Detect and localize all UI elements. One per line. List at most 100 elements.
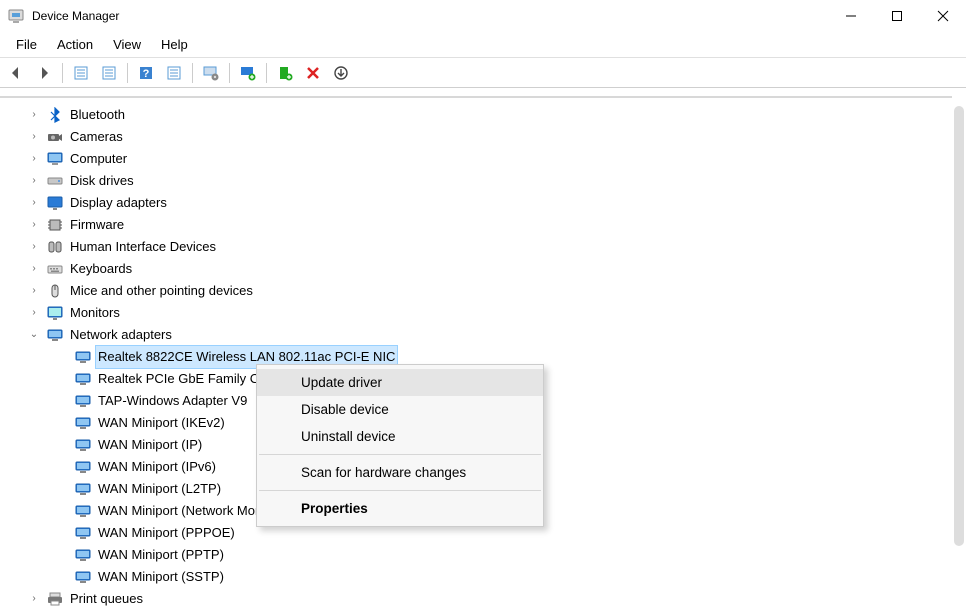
tree-item-label: Display adapters (70, 192, 167, 214)
uninstall-toolbar-button[interactable] (299, 60, 327, 86)
tree-item-label: Human Interface Devices (70, 236, 216, 258)
tree-item-label: Monitors (70, 302, 120, 324)
chevron-right-icon[interactable]: › (28, 153, 40, 165)
tree-item-label: Keyboards (70, 258, 132, 280)
tree-item-label: Network adapters (70, 324, 172, 346)
context-menu-separator (259, 490, 541, 491)
tree-item-label: TAP-Windows Adapter V9 (98, 390, 247, 412)
chevron-right-icon[interactable]: › (28, 263, 40, 275)
forward-button[interactable] (30, 60, 58, 86)
context-menu: Update driverDisable deviceUninstall dev… (256, 364, 544, 527)
nic-icon (74, 480, 92, 498)
tree-category[interactable]: › Human Interface Devices (0, 236, 952, 258)
show-hidden-button[interactable] (67, 60, 95, 86)
help-button[interactable] (132, 60, 160, 86)
tree-item-label: WAN Miniport (IP) (98, 434, 202, 456)
nic-icon (74, 524, 92, 542)
bluetooth-icon (46, 106, 64, 124)
update-driver-toolbar-button[interactable] (197, 60, 225, 86)
menubar: File Action View Help (0, 32, 966, 58)
toolbar-separator (127, 63, 128, 83)
tree-item-label: Mice and other pointing devices (70, 280, 253, 302)
tree-item-label: WAN Miniport (PPPOE) (98, 522, 235, 544)
window-controls (828, 0, 966, 32)
tree-item-label: WAN Miniport (SSTP) (98, 566, 224, 588)
printer-icon (46, 590, 64, 608)
nic-icon (74, 436, 92, 454)
firmware-icon (46, 216, 64, 234)
tree-category[interactable]: › Mice and other pointing devices (0, 280, 952, 302)
menu-file[interactable]: File (6, 35, 47, 54)
enable-device-toolbar-button[interactable] (234, 60, 262, 86)
context-menu-item[interactable]: Scan for hardware changes (257, 459, 543, 486)
chevron-right-icon[interactable]: › (28, 197, 40, 209)
scan-hardware-toolbar-button[interactable] (327, 60, 355, 86)
menu-help[interactable]: Help (151, 35, 198, 54)
tree-item-label: Computer (70, 148, 127, 170)
minimize-button[interactable] (828, 0, 874, 32)
maximize-button[interactable] (874, 0, 920, 32)
tree-category[interactable]: › Cameras (0, 126, 952, 148)
tree-item-label: Bluetooth (70, 104, 125, 126)
camera-icon (46, 128, 64, 146)
context-menu-item[interactable]: Uninstall device (257, 423, 543, 450)
properties-toolbar-button[interactable] (160, 60, 188, 86)
toolbar-separator (229, 63, 230, 83)
tree-category[interactable]: › Display adapters (0, 192, 952, 214)
chevron-right-icon[interactable]: › (28, 175, 40, 187)
hid-icon (46, 238, 64, 256)
tree-category[interactable]: › Monitors (0, 302, 952, 324)
chevron-right-icon[interactable]: › (28, 219, 40, 231)
tree-item-label: Cameras (70, 126, 123, 148)
chevron-right-icon[interactable]: › (28, 593, 40, 605)
tree-item-label: WAN Miniport (IPv6) (98, 456, 216, 478)
toolbar-separator (62, 63, 63, 83)
context-menu-item[interactable]: Properties (257, 495, 543, 522)
chevron-right-icon[interactable]: › (28, 241, 40, 253)
tree-item-label: Print queues (70, 588, 143, 610)
tree-device[interactable]: WAN Miniport (PPTP) (0, 544, 952, 566)
tree-item-label: WAN Miniport (IKEv2) (98, 412, 225, 434)
nic-icon (74, 348, 92, 366)
tree-category[interactable]: ⌄ Network adapters (0, 324, 952, 346)
nic-icon (74, 568, 92, 586)
chevron-down-icon[interactable]: ⌄ (28, 329, 40, 341)
tree-device[interactable]: WAN Miniport (SSTP) (0, 566, 952, 588)
menu-view[interactable]: View (103, 35, 151, 54)
toolbar-separator (266, 63, 267, 83)
close-button[interactable] (920, 0, 966, 32)
keyboard-icon (46, 260, 64, 278)
context-menu-item[interactable]: Disable device (257, 396, 543, 423)
tree-item-label: WAN Miniport (PPTP) (98, 544, 224, 566)
vertical-scrollbar[interactable] (954, 106, 964, 546)
toolbar (0, 58, 966, 88)
menu-action[interactable]: Action (47, 35, 103, 54)
add-legacy-toolbar-button[interactable] (271, 60, 299, 86)
nic-icon (74, 370, 92, 388)
back-button[interactable] (2, 60, 30, 86)
context-menu-item[interactable]: Update driver (257, 369, 543, 396)
tree-category[interactable]: › Computer (0, 148, 952, 170)
chevron-right-icon[interactable]: › (28, 285, 40, 297)
tree-item-label: Firmware (70, 214, 124, 236)
tree-category[interactable]: ›Disk drives (0, 170, 952, 192)
nic-icon (74, 458, 92, 476)
tree-category[interactable]: › Bluetooth (0, 104, 952, 126)
device-tree[interactable]: ›Bluetooth›Cameras›Computer›Disk drives›… (0, 96, 952, 616)
toolbar-separator (192, 63, 193, 83)
tree-category[interactable]: › Print queues (0, 588, 952, 610)
nic-icon (74, 414, 92, 432)
nic-icon (74, 502, 92, 520)
tree-category[interactable]: › Firmware (0, 214, 952, 236)
app-icon (8, 8, 24, 24)
mouse-icon (46, 282, 64, 300)
tree-category[interactable]: › Keyboards (0, 258, 952, 280)
chevron-right-icon[interactable]: › (28, 131, 40, 143)
network-icon (46, 326, 64, 344)
display-icon (46, 194, 64, 212)
chevron-right-icon[interactable]: › (28, 109, 40, 121)
details-button[interactable] (95, 60, 123, 86)
nic-icon (74, 546, 92, 564)
chevron-right-icon[interactable]: › (28, 307, 40, 319)
tree-item-label: WAN Miniport (L2TP) (98, 478, 221, 500)
